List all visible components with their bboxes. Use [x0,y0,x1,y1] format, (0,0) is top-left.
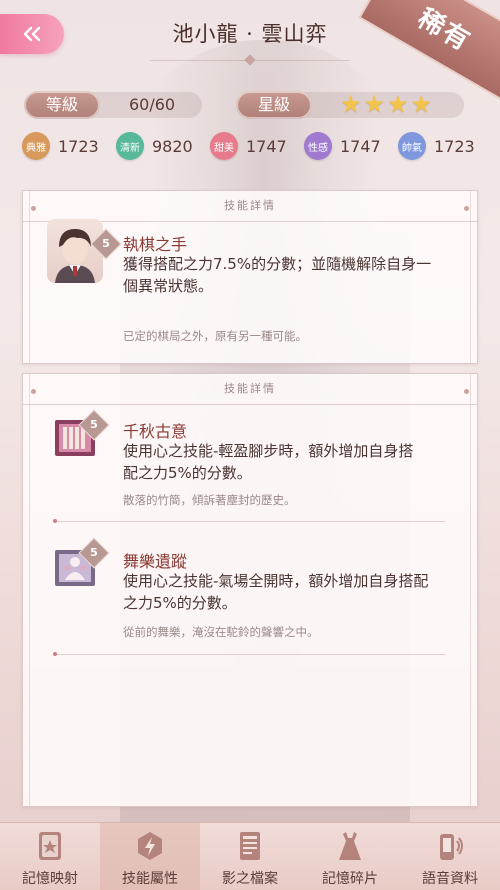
attribute-item: 甜美 1747 [210,132,304,160]
attribute-icon: 清新 [116,132,144,160]
level-label: 等級 [24,91,100,119]
attribute-value: 1723 [58,136,99,156]
dress-icon [339,832,361,860]
star-icon: ★ [410,90,433,118]
skill-name: 執棋之手 [123,235,188,254]
star-rating: ★ ★ ★ ★ [340,90,432,118]
star-stat: 星級 ★ ★ ★ ★ [236,90,464,119]
nav-shadow-file[interactable]: 影之檔案 [200,823,300,890]
attribute-item: 典雅 1723 [22,132,116,160]
character-portrait [47,219,103,283]
nav-skill-attributes[interactable]: 技能屬性 [100,823,200,890]
skill-detail-panel-extra: 技能詳情 5 千秋古意 使用心之技能-輕盈腳步時，額外增加自身搭 配之力5%的分… [22,373,478,807]
skill-detail-panel-main: 技能詳情 5 執棋之手 獲得搭配之力7.5%的分數；並隨機解除自身一 個異常狀態… [22,190,478,364]
attribute-item: 性感 1747 [304,132,398,160]
skill-name: 千秋古意 [123,422,188,441]
file-icon [240,832,260,860]
skill-flavor-text: 已定的棋局之外，原有另一種可能。 [123,329,307,343]
panel-header: 技能詳情 [23,191,477,222]
nav-memory-mapping[interactable]: 記憶映射 [0,823,100,890]
star-icon: ★ [363,90,386,118]
title-divider-ornament [244,54,256,66]
attribute-item: 帥氣 1723 [398,132,492,160]
skill-name: 舞樂遺蹤 [123,552,188,571]
star-icon: ★ [387,90,409,118]
attribute-icon: 性感 [304,132,332,160]
attribute-icon: 典雅 [22,132,50,160]
star-icon: ★ [340,90,362,118]
bottom-navigation: 記憶映射 技能屬性 影之檔案 記憶碎片 語音資料 [0,822,500,890]
rarity-label: 稀有 [412,3,477,58]
skill-description: 使用心之技能-氣場全開時，額外增加自身搭配 之力5%的分數。 [123,572,429,612]
nav-voice-data[interactable]: 語音資料 [400,823,500,890]
star-label: 星級 [236,91,312,119]
attribute-value: 1747 [246,136,287,156]
level-stat: 等級 60/60 [24,91,202,119]
attribute-icon: 甜美 [210,132,238,160]
level-value: 60/60 [129,95,176,114]
voice-icon [440,834,463,860]
panel-header: 技能詳情 [23,374,477,405]
attribute-row: 典雅 1723 清新 9820 甜美 1747 性感 1747 帥氣 1723 [22,132,492,160]
skill-description: 使用心之技能-輕盈腳步時，額外增加自身搭 配之力5%的分數。 [123,442,414,482]
nav-memory-fragments[interactable]: 記憶碎片 [300,823,400,890]
skill-description: 獲得搭配之力7.5%的分數；並隨機解除自身一 個異常狀態。 [123,255,432,295]
skill-divider [55,521,445,522]
attribute-value: 1723 [434,136,475,156]
character-avatar-icon [55,229,95,283]
skill-flavor-text: 從前的舞樂，淹沒在駝鈴的聲響之中。 [123,625,319,639]
skill-divider [55,654,445,655]
attribute-value: 1747 [340,136,381,156]
memory-card-icon [39,832,61,860]
attribute-icon: 帥氣 [398,132,426,160]
skill-icon [138,832,162,860]
skill-flavor-text: 散落的竹簡，傾訴著塵封的歷史。 [123,493,296,507]
attribute-item: 清新 9820 [116,132,210,160]
attribute-value: 9820 [152,136,193,156]
